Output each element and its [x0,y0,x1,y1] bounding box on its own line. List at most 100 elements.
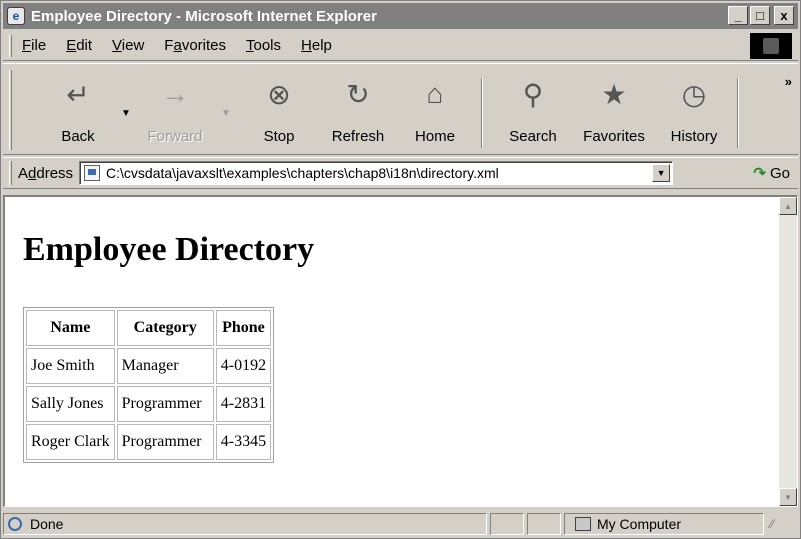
menu-view[interactable]: View [112,37,144,54]
favorites-button[interactable]: ★ Favorites [573,74,655,152]
status-zone-panel: My Computer [564,513,764,535]
window-controls: _ □ x [728,6,794,25]
history-label: History [670,128,718,145]
stop-icon: ⊗ [267,78,291,110]
cell-phone: 4-3345 [215,424,272,460]
back-label: Back [61,128,95,145]
forward-button[interactable]: → Forward [137,74,213,152]
employee-table: Name Category Phone Joe Smith Manager 4-… [23,307,275,463]
status-text: Done [30,516,64,532]
resize-grip-icon[interactable]: ⁄⁄ [770,517,774,531]
maximize-button[interactable]: □ [750,6,770,25]
address-dropdown-icon[interactable]: ▼ [652,164,671,182]
table-header-row: Name Category Phone [26,310,272,346]
menu-favorites[interactable]: Favorites [164,37,226,54]
toolbar-separator-end [737,78,739,148]
cell-category: Manager [116,348,214,384]
column-header-name: Name [26,310,115,346]
close-button[interactable]: x [774,6,794,25]
menu-file[interactable]: File [22,37,46,54]
menu-tools-label: ools [253,37,282,54]
menu-view-label: iew [121,37,145,54]
scroll-up-icon[interactable]: ▲ [779,197,797,215]
refresh-label: Refresh [331,128,385,145]
page-heading: Employee Directory [23,231,315,268]
column-header-phone: Phone [215,310,272,346]
favorites-label: Favorites [583,128,645,145]
standard-toolbar: ↵ Back ▼ → Forward ▼ ⊗ Stop ↻ Refresh ⌂ … [3,63,798,155]
forward-dropdown-icon[interactable]: ▼ [221,108,231,119]
back-arrow-icon: ↵ [66,78,90,110]
back-dropdown-icon[interactable]: ▼ [121,108,131,119]
status-done-panel: Done [3,513,487,535]
toolbar-more-chevron[interactable]: » [785,74,792,89]
window-title: Employee Directory - Microsoft Internet … [31,7,377,25]
menu-help-accel: H [301,37,312,54]
browser-window: e Employee Directory - Microsoft Interne… [0,0,801,539]
go-button[interactable]: ↷ Go [753,164,790,183]
address-label-pre: A [18,164,29,182]
go-arrow-icon: ↷ [753,165,766,182]
menu-edit-accel: E [66,37,77,54]
cell-phone: 4-2831 [215,386,272,422]
status-progress-panel [490,513,524,535]
address-value: C:\cvsdata\javaxslt\examples\chapters\ch… [106,165,499,181]
menu-favorites-label: vorites [181,37,226,54]
table-row: Joe Smith Manager 4-0192 [26,348,272,384]
stop-label: Stop [263,128,295,145]
menu-favorites-accel: a [173,37,182,54]
search-label: Search [509,128,557,145]
address-grip[interactable] [9,161,12,185]
menu-tools-accel: T [246,37,254,54]
cell-name: Roger Clark [26,424,115,460]
page-viewport[interactable]: Employee Directory Name Category Phone J… [3,195,798,507]
vertical-scrollbar[interactable]: ▲ ▼ [779,197,797,506]
home-icon: ⌂ [426,78,444,109]
zone-label: My Computer [597,516,682,532]
menu-bar: File Edit View Favorites Tools Help [3,31,798,61]
menu-edit[interactable]: Edit [66,37,92,54]
stop-button[interactable]: ⊗ Stop [243,74,315,152]
menu-grip[interactable] [9,34,12,57]
table-row: Roger Clark Programmer 4-3345 [26,424,272,460]
cell-name: Sally Jones [26,386,115,422]
cell-category: Programmer [116,386,214,422]
scroll-down-icon[interactable]: ▼ [779,488,797,506]
history-icon: ◷ [681,78,707,110]
menu-file-label: ile [31,37,47,54]
ie-page-icon [8,517,22,531]
go-label: Go [769,164,790,182]
forward-label: Forward [147,128,203,145]
title-bar[interactable]: e Employee Directory - Microsoft Interne… [3,3,798,29]
throbber-flag [763,38,779,54]
address-input[interactable]: C:\cvsdata\javaxslt\examples\chapters\ch… [79,161,674,185]
status-bar: Done My Computer ⁄⁄ [3,511,798,537]
cell-name: Joe Smith [26,348,115,384]
home-button[interactable]: ⌂ Home [399,74,471,152]
menu-help[interactable]: Help [301,37,332,54]
address-label-rest: dress [36,164,74,182]
address-label: Address [18,165,73,182]
minimize-button[interactable]: _ [728,6,748,25]
forward-arrow-icon: → [161,78,189,109]
computer-icon [575,517,591,531]
ie-logo-icon[interactable]: e [7,7,25,25]
history-button[interactable]: ◷ History [657,74,731,152]
menu-file-accel: F [22,37,32,54]
search-button[interactable]: ⚲ Search [495,74,571,152]
address-bar: Address C:\cvsdata\javaxslt\examples\cha… [3,157,798,189]
refresh-icon: ↻ [346,78,370,110]
column-header-category: Category [116,310,214,346]
menu-tools[interactable]: Tools [246,37,281,54]
page-icon [84,165,101,181]
favorites-icon: ★ [601,78,627,110]
menu-help-label: elp [311,37,332,54]
toolbar-separator [481,78,483,148]
table-row: Sally Jones Programmer 4-2831 [26,386,272,422]
toolbar-grip[interactable] [9,70,12,150]
refresh-button[interactable]: ↻ Refresh [319,74,397,152]
search-icon: ⚲ [522,78,544,110]
back-button[interactable]: ↵ Back [43,74,113,152]
cell-phone: 4-0192 [215,348,272,384]
status-security-panel [527,513,561,535]
